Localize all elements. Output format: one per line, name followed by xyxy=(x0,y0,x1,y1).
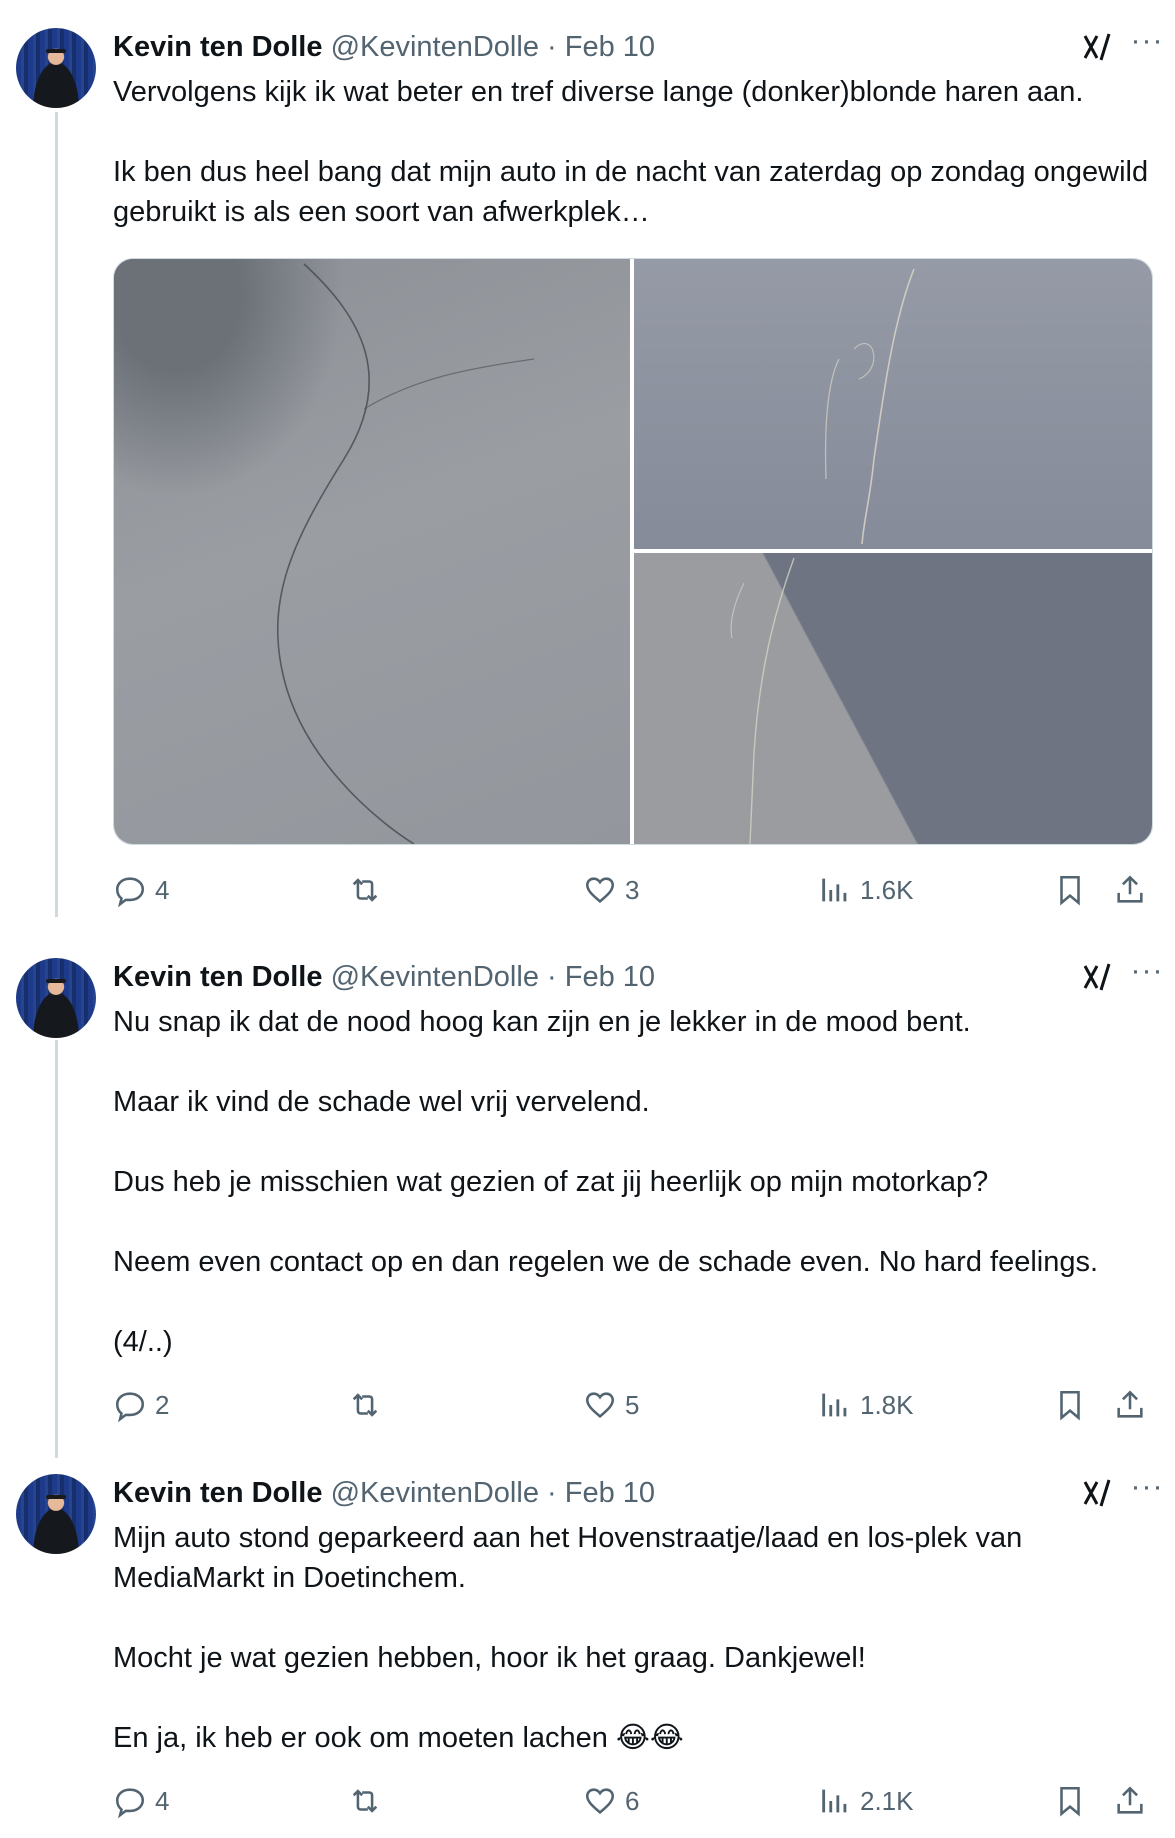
grok-icon[interactable] xyxy=(1081,1476,1115,1510)
reply-icon xyxy=(115,1392,145,1422)
author-handle[interactable]: @KevintenDolle xyxy=(331,1477,539,1509)
tweet-date[interactable]: Feb 10 xyxy=(565,31,655,63)
reply-count: 4 xyxy=(155,874,170,905)
more-icon[interactable]: ··· xyxy=(1129,956,1165,992)
photo-hair-on-car-1[interactable] xyxy=(114,259,630,844)
tweet-paragraph: Dus heb je misschien wat gezien of zat j… xyxy=(113,1166,989,1198)
tweet-paragraph: En ja, ik heb er ook om moeten lachen 😂😂 xyxy=(113,1722,684,1754)
views-button[interactable]: 1.8K xyxy=(818,1385,914,1425)
bookmark-icon xyxy=(1060,1786,1080,1817)
like-icon xyxy=(585,877,615,903)
photo-hair-on-car-2[interactable] xyxy=(634,259,1152,549)
views-button[interactable]: 1.6K xyxy=(818,870,914,910)
tweet-date[interactable]: Feb 10 xyxy=(565,961,655,993)
like-count: 5 xyxy=(625,1389,640,1420)
tweet-paragraph: Ik ben dus heel bang dat mijn auto in de… xyxy=(113,156,1149,228)
tweet-paragraph: Maar ik vind de schade wel vrij vervelen… xyxy=(113,1086,650,1118)
tweet-paragraph: (4/..) xyxy=(113,1326,173,1358)
views-icon xyxy=(822,878,847,902)
separator: · xyxy=(547,31,557,63)
avatar[interactable] xyxy=(16,1474,96,1554)
tweet-date[interactable]: Feb 10 xyxy=(565,1477,655,1509)
retweet-button[interactable] xyxy=(348,1385,382,1425)
more-icon[interactable]: ··· xyxy=(1129,1472,1165,1508)
views-button[interactable]: 2.1K xyxy=(818,1781,914,1821)
tweet-actions: 4 6 2.1K xyxy=(113,1781,1163,1821)
thread-connector xyxy=(55,112,58,917)
retweet-button[interactable] xyxy=(348,1781,382,1821)
reply-icon xyxy=(115,1788,145,1818)
grok-icon[interactable] xyxy=(1081,960,1115,994)
tweet-paragraph: Mocht je wat gezien hebben, hoor ik het … xyxy=(113,1642,866,1674)
reply-button[interactable]: 2 xyxy=(113,1385,169,1425)
tweet-header: Kevin ten Dolle @KevintenDolle · Feb 10 xyxy=(113,1474,655,1512)
tweet-text: Vervolgens kijk ik wat beter en tref div… xyxy=(113,72,1163,232)
retweet-icon xyxy=(352,1789,378,1813)
author-handle[interactable]: @KevintenDolle xyxy=(331,31,539,63)
more-icon[interactable]: ··· xyxy=(1129,26,1165,62)
separator: · xyxy=(547,961,557,993)
tweet-paragraph: Nu snap ik dat de nood hoog kan zijn en … xyxy=(113,1006,971,1038)
like-count: 3 xyxy=(625,874,640,905)
retweet-icon xyxy=(352,1393,378,1417)
author-name[interactable]: Kevin ten Dolle xyxy=(113,961,323,993)
tweet-actions: 4 3 1.6K xyxy=(113,870,1163,910)
tweet-paragraph: Vervolgens kijk ik wat beter en tref div… xyxy=(113,76,1084,108)
reply-count: 4 xyxy=(155,1785,170,1816)
like-icon xyxy=(585,1788,615,1814)
retweet-icon xyxy=(352,878,378,902)
bookmark-button[interactable] xyxy=(1053,1385,1087,1425)
media-grid xyxy=(113,258,1153,845)
bookmark-icon xyxy=(1060,1390,1080,1421)
thread-connector xyxy=(55,1040,58,1458)
author-name[interactable]: Kevin ten Dolle xyxy=(113,31,323,63)
view-count: 2.1K xyxy=(860,1785,914,1816)
avatar[interactable] xyxy=(16,958,96,1038)
like-count: 6 xyxy=(625,1785,640,1816)
grok-icon[interactable] xyxy=(1081,30,1115,64)
author-name[interactable]: Kevin ten Dolle xyxy=(113,1477,323,1509)
share-icon xyxy=(1117,1390,1143,1418)
tweet-text: Mijn auto stond geparkeerd aan het Hoven… xyxy=(113,1518,1163,1758)
reply-icon xyxy=(115,877,145,907)
share-icon xyxy=(1117,875,1143,903)
share-button[interactable] xyxy=(1113,1385,1147,1425)
author-handle[interactable]: @KevintenDolle xyxy=(331,961,539,993)
view-count: 1.8K xyxy=(860,1389,914,1420)
share-button[interactable] xyxy=(1113,870,1147,910)
like-button[interactable]: 5 xyxy=(583,1385,639,1425)
photo-hair-on-car-3[interactable] xyxy=(634,553,1152,844)
tweet-header: Kevin ten Dolle @KevintenDolle · Feb 10 xyxy=(113,28,655,66)
share-icon xyxy=(1117,1786,1143,1814)
tweet-header: Kevin ten Dolle @KevintenDolle · Feb 10 xyxy=(113,958,655,996)
bookmark-icon xyxy=(1060,875,1080,906)
tweet-text: Nu snap ik dat de nood hoog kan zijn en … xyxy=(113,1002,1163,1362)
avatar[interactable] xyxy=(16,28,96,108)
separator: · xyxy=(547,1477,557,1509)
reply-button[interactable]: 4 xyxy=(113,870,169,910)
view-count: 1.6K xyxy=(860,874,914,905)
bookmark-button[interactable] xyxy=(1053,870,1087,910)
tweet-paragraph: Mijn auto stond geparkeerd aan het Hoven… xyxy=(113,1522,1023,1594)
reply-count: 2 xyxy=(155,1389,170,1420)
like-icon xyxy=(585,1392,615,1418)
like-button[interactable]: 6 xyxy=(583,1781,639,1821)
views-icon xyxy=(822,1393,847,1417)
share-button[interactable] xyxy=(1113,1781,1147,1821)
bookmark-button[interactable] xyxy=(1053,1781,1087,1821)
views-icon xyxy=(822,1789,847,1813)
tweet-actions: 2 5 1.8K xyxy=(113,1385,1163,1425)
retweet-button[interactable] xyxy=(348,870,382,910)
like-button[interactable]: 3 xyxy=(583,870,639,910)
reply-button[interactable]: 4 xyxy=(113,1781,169,1821)
tweet-paragraph: Neem even contact op en dan regelen we d… xyxy=(113,1246,1099,1278)
